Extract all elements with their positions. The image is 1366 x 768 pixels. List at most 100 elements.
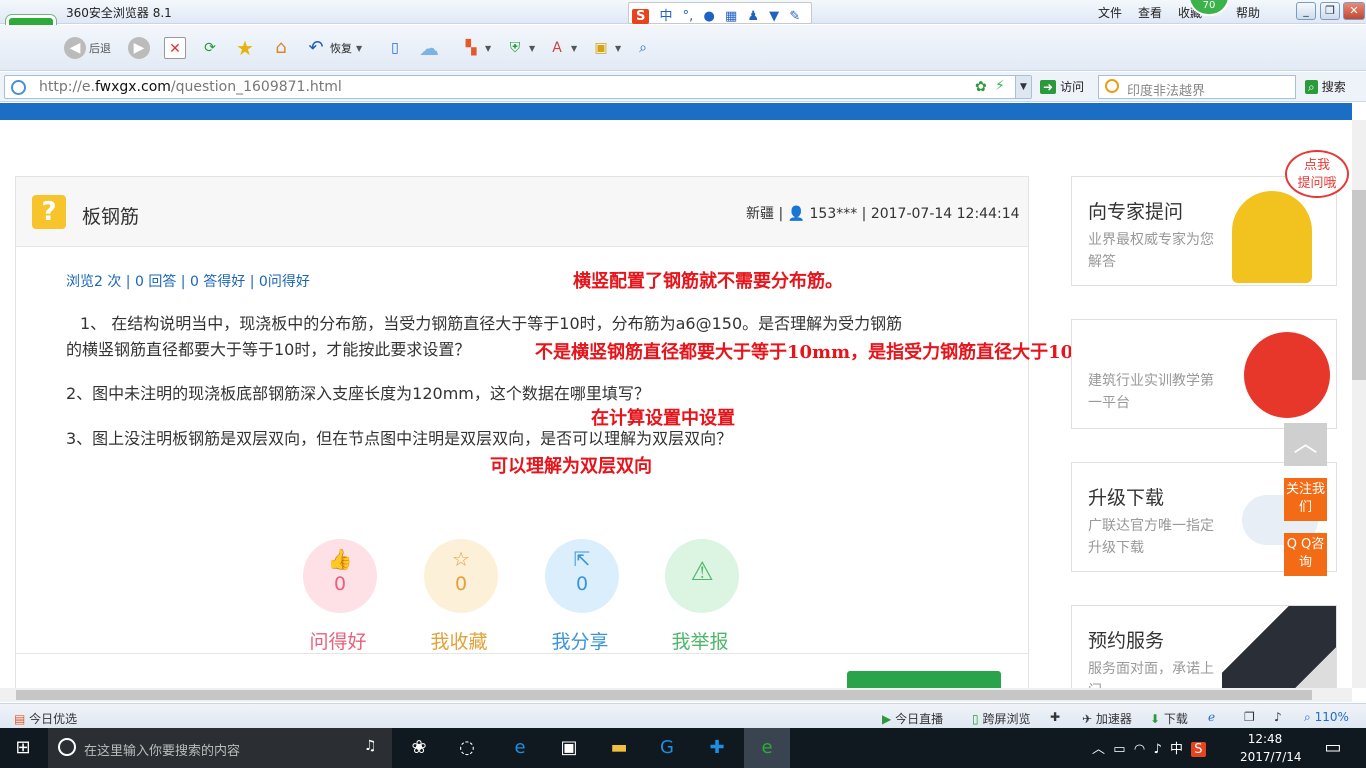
menu-file[interactable]: 文件 [1098, 4, 1122, 21]
battery-icon[interactable]: ▭ [1113, 742, 1125, 757]
home-button[interactable]: ⌂ [270, 35, 295, 61]
firstaid-icon[interactable]: ✚ [1050, 710, 1060, 724]
screenshot-icon: ▣ [594, 40, 608, 56]
translate-button[interactable]: A ▼ [546, 35, 577, 61]
paragraph-1-line-1: 1、 在结构说明当中，现浇板中的分布筋，当受力钢筋直径大于等于10时，分布筋为a… [80, 314, 903, 333]
ime-punct[interactable]: °, [683, 9, 694, 24]
download-button[interactable]: ⬇ 下载 [1150, 710, 1188, 727]
cloud-course-logo-icon [1244, 332, 1330, 418]
question-title: 板钢筋 [82, 206, 140, 228]
horizontal-scroll-thumb[interactable] [16, 690, 1312, 700]
follow-us-button[interactable]: 关注我们 [1284, 478, 1327, 521]
appointment-box[interactable]: 预约服务 服务面对面，承诺上门 [1071, 605, 1337, 688]
zoom-level[interactable]: ⌕ 110% [1304, 710, 1349, 725]
live-button[interactable]: ▶ 今日直播 [882, 710, 943, 727]
address-url[interactable]: http://e.fwxgx.com/question_1609871.html [39, 79, 342, 95]
taskbar-search[interactable]: 在这里输入你要搜索的内容 ♫ [48, 728, 392, 768]
close-button[interactable]: ✕ [1343, 2, 1365, 20]
app-icon-plus[interactable]: ✚ [702, 734, 732, 762]
share-button[interactable]: ⇱ 0 [545, 539, 619, 613]
explorer-icon[interactable]: ▬ [604, 734, 634, 762]
minimize-button[interactable]: _ [1296, 2, 1316, 20]
qq-consult-button[interactable]: Q Q咨询 [1284, 533, 1327, 576]
zoom-button[interactable]: ⌕ [632, 35, 657, 61]
notification-icon[interactable]: ▭ [1318, 734, 1348, 762]
good-question-button[interactable]: 👍 0 [303, 539, 377, 613]
window-title: 360安全浏览器 8.1 [66, 6, 172, 20]
app-icon-g[interactable]: G [652, 734, 682, 762]
question-stats[interactable]: 浏览2 次 | 0 回答 | 0 答得好 | 0问得好 [66, 271, 310, 291]
windows-start-icon[interactable]: ⊞ [8, 734, 38, 762]
shield-button[interactable]: ⛨ ▼ [504, 35, 535, 61]
screenshot-button[interactable]: ▣ ▼ [590, 35, 621, 61]
back-button[interactable]: ◀ 后退 [64, 35, 111, 61]
ime-toolbar[interactable]: S 中 °, ● ▦ ♟ ▼ ✎ [628, 2, 812, 24]
address-bar[interactable]: http://e.fwxgx.com/question_1609871.html… [4, 75, 1032, 99]
back-to-top-button[interactable]: ︿ [1284, 423, 1327, 466]
visit-button[interactable]: ➜ 访问 [1040, 78, 1084, 95]
favorite-count: 0 [454, 573, 468, 595]
favorite-label[interactable]: 我收藏 [409, 627, 509, 654]
refresh-button[interactable]: ⟳ [199, 35, 224, 61]
address-dropdown-icon[interactable]: ▼ [1015, 76, 1031, 98]
answer-button[interactable] [847, 671, 1001, 688]
cloud-course-box[interactable]: 建筑行业实训教学第一平台 [1071, 319, 1337, 429]
wifi-icon[interactable]: ◠ [1134, 742, 1145, 757]
favorite-button[interactable]: ★ [234, 35, 259, 61]
taskbar: ⊞ 在这里输入你要搜索的内容 ♫ ❀ ◌ e ▣ ▬ G ✚ e ︿ ▭ ◠ ♪… [0, 728, 1366, 768]
mic-icon[interactable]: ♫ [364, 738, 377, 754]
site-header-bar [0, 103, 1352, 120]
edge-icon[interactable]: e [505, 734, 535, 762]
ie-icon[interactable]: ℯ [1208, 710, 1215, 724]
ime-lang[interactable]: 中 [660, 5, 673, 24]
phone-button[interactable]: ▯ [384, 35, 409, 61]
cross-screen-button[interactable]: ▯ 跨屏浏览 [972, 710, 1030, 727]
status-bar: ▤ 今日优选 ▶ 今日直播 ▯ 跨屏浏览 ✚ ✈ 加速器 ⬇ 下载 ℯ ❐ ♪ … [0, 703, 1366, 728]
search-button[interactable]: ⌕ 搜索 [1305, 78, 1346, 95]
today-picks-label: 今日优选 [29, 712, 78, 726]
share-label[interactable]: 我分享 [530, 627, 630, 654]
report-label[interactable]: 我举报 [650, 627, 750, 654]
visit-arrow-icon: ➜ [1040, 80, 1057, 94]
chevron-down-icon: ▼ [356, 43, 363, 53]
question-header: ? 板钢筋 新疆 | 👤 153*** | 2017-07-14 12:44:1… [16, 177, 1028, 247]
url-prefix: http://e. [39, 79, 95, 95]
speaker-icon[interactable]: ♪ [1153, 742, 1161, 757]
user-icon[interactable]: ♟ [747, 9, 759, 24]
vertical-scroll-thumb[interactable] [1352, 190, 1366, 380]
lightning-icon[interactable]: ⚡ [995, 78, 1005, 94]
menu-view[interactable]: 查看 [1138, 4, 1162, 21]
recycle-icon[interactable]: ✿ [975, 79, 987, 95]
menu-help[interactable]: 帮助 [1236, 4, 1260, 21]
search-label: 搜索 [1321, 80, 1346, 94]
cross-screen-label: 跨屏浏览 [982, 712, 1031, 726]
today-picks[interactable]: ▤ 今日优选 [14, 710, 77, 727]
good-question-label[interactable]: 问得好 [288, 627, 388, 654]
maximize-button[interactable]: ❐ [1320, 2, 1340, 20]
cloud-button[interactable]: ☁ [418, 35, 443, 61]
search-input[interactable]: 印度非法越界 [1098, 75, 1296, 99]
input-lang[interactable]: 中 [1170, 742, 1183, 757]
mic-icon[interactable]: ● [703, 9, 714, 24]
keyboard-icon[interactable]: ▦ [725, 9, 737, 24]
tray-chevron-icon[interactable]: ︿ [1092, 742, 1105, 757]
clock[interactable]: 12:48 2017/7/14 [1240, 730, 1302, 766]
favorite-question-button[interactable]: ☆ 0 [424, 539, 498, 613]
shirt-icon[interactable]: ▼ [769, 9, 779, 24]
ask-bubble[interactable]: 点我 提问哦 [1285, 150, 1349, 198]
app-icon-2[interactable]: ◌ [452, 734, 482, 762]
stop-button[interactable]: ✕ [164, 35, 189, 61]
restore-button[interactable]: ↶ 恢复 ▼ [305, 35, 362, 61]
apps-button[interactable]: ▚ ▼ [460, 35, 492, 61]
wrench-icon[interactable]: ✎ [789, 9, 800, 24]
accelerator-button[interactable]: ✈ 加速器 [1082, 710, 1132, 727]
apps-icon: ▚ [465, 40, 477, 56]
app-icon-1[interactable]: ❀ [404, 734, 434, 762]
sogou-tray-icon[interactable]: S [1191, 742, 1206, 757]
store-icon[interactable]: ▣ [554, 734, 584, 762]
window-icon[interactable]: ❐ [1244, 710, 1255, 724]
360-browser-task[interactable]: e [744, 728, 790, 768]
report-button[interactable]: ⚠ [665, 539, 739, 613]
volume-icon[interactable]: ♪ [1274, 710, 1282, 724]
forward-button[interactable]: ▶ [128, 35, 153, 61]
